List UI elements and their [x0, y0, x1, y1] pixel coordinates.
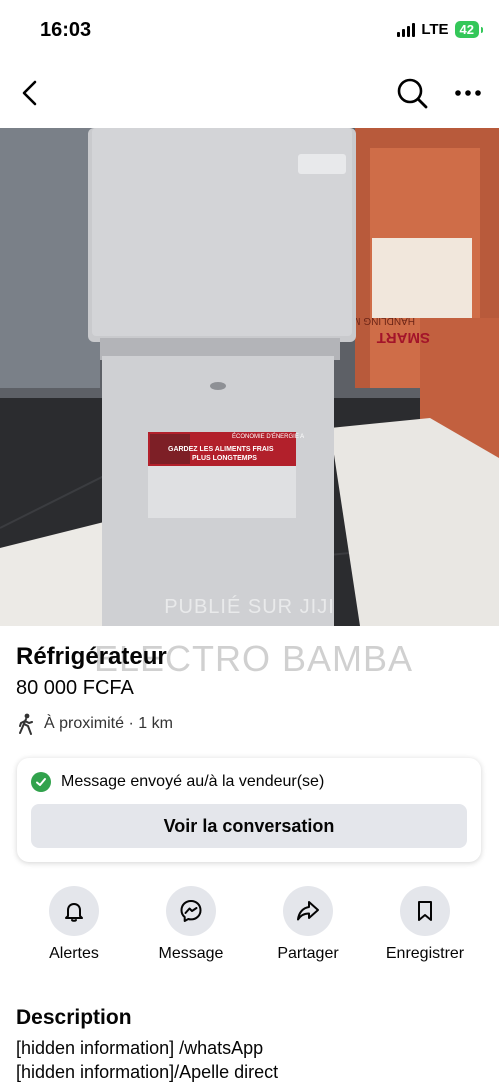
battery-level: 42 [459, 22, 474, 37]
more-options-button[interactable] [451, 78, 485, 108]
fridge-photo: SMART HANDLING METHOD ÉCONOMIE D'ÉNERGIE… [0, 128, 499, 626]
share-label: Partager [277, 945, 339, 962]
messenger-icon [180, 900, 202, 922]
status-time: 16:03 [40, 19, 92, 41]
save-button[interactable] [400, 886, 450, 936]
message-status-row: Message envoyé au/à la vendeur(se) [31, 772, 324, 792]
share-icon [297, 901, 319, 921]
message-sent-card: Message envoyé au/à la vendeur(se) Voir … [17, 758, 481, 862]
search-button[interactable] [394, 75, 430, 111]
share-button[interactable] [283, 886, 333, 936]
check-circle-icon [31, 772, 51, 792]
walking-icon [19, 713, 33, 735]
message-status-text: Message envoyé au/à la vendeur(se) [61, 773, 325, 790]
signal-icon [397, 22, 416, 37]
more-icon [455, 90, 481, 96]
alerts-button[interactable] [49, 886, 99, 936]
alerts-label: Alertes [49, 945, 99, 962]
status-indicators: LTE 42 [397, 21, 484, 38]
box-brand-text: SMART [377, 329, 430, 346]
message-button[interactable] [166, 886, 216, 936]
search-icon [397, 78, 428, 109]
network-label: LTE [421, 21, 449, 38]
listing-price: 80 000 FCFA [16, 677, 134, 699]
description-line: [hidden information] /whatsApp [16, 1038, 264, 1058]
alerts-action[interactable]: Alertes [19, 886, 129, 963]
description-title: Description [16, 1006, 132, 1029]
bell-icon [65, 903, 83, 922]
message-label: Message [158, 945, 224, 962]
listing-title: Réfrigérateur [16, 643, 167, 670]
sticker-line1: GARDEZ LES ALIMENTS FRAIS [168, 446, 274, 453]
share-action[interactable]: Partager [253, 886, 363, 963]
bookmark-icon [418, 901, 432, 921]
sticker-heading: ÉCONOMIE D'ÉNERGIE A [232, 433, 304, 440]
photo-watermark: PUBLIÉ SUR JIJI [164, 596, 335, 618]
chevron-left-icon [22, 80, 37, 106]
listing-photo[interactable]: SMART HANDLING METHOD ÉCONOMIE D'ÉNERGIE… [0, 128, 499, 626]
sticker-line2: PLUS LONGTEMPS [192, 455, 257, 462]
view-conversation-button[interactable]: Voir la conversation [31, 804, 467, 848]
distance-label: À proximité · 1 km [44, 715, 173, 732]
back-button[interactable] [14, 76, 48, 110]
save-label: Enregistrer [385, 945, 465, 962]
message-action[interactable]: Message [136, 886, 246, 963]
battery-icon: 42 [454, 21, 484, 38]
save-action[interactable]: Enregistrer [370, 886, 480, 963]
listing-distance: À proximité · 1 km [16, 713, 173, 735]
